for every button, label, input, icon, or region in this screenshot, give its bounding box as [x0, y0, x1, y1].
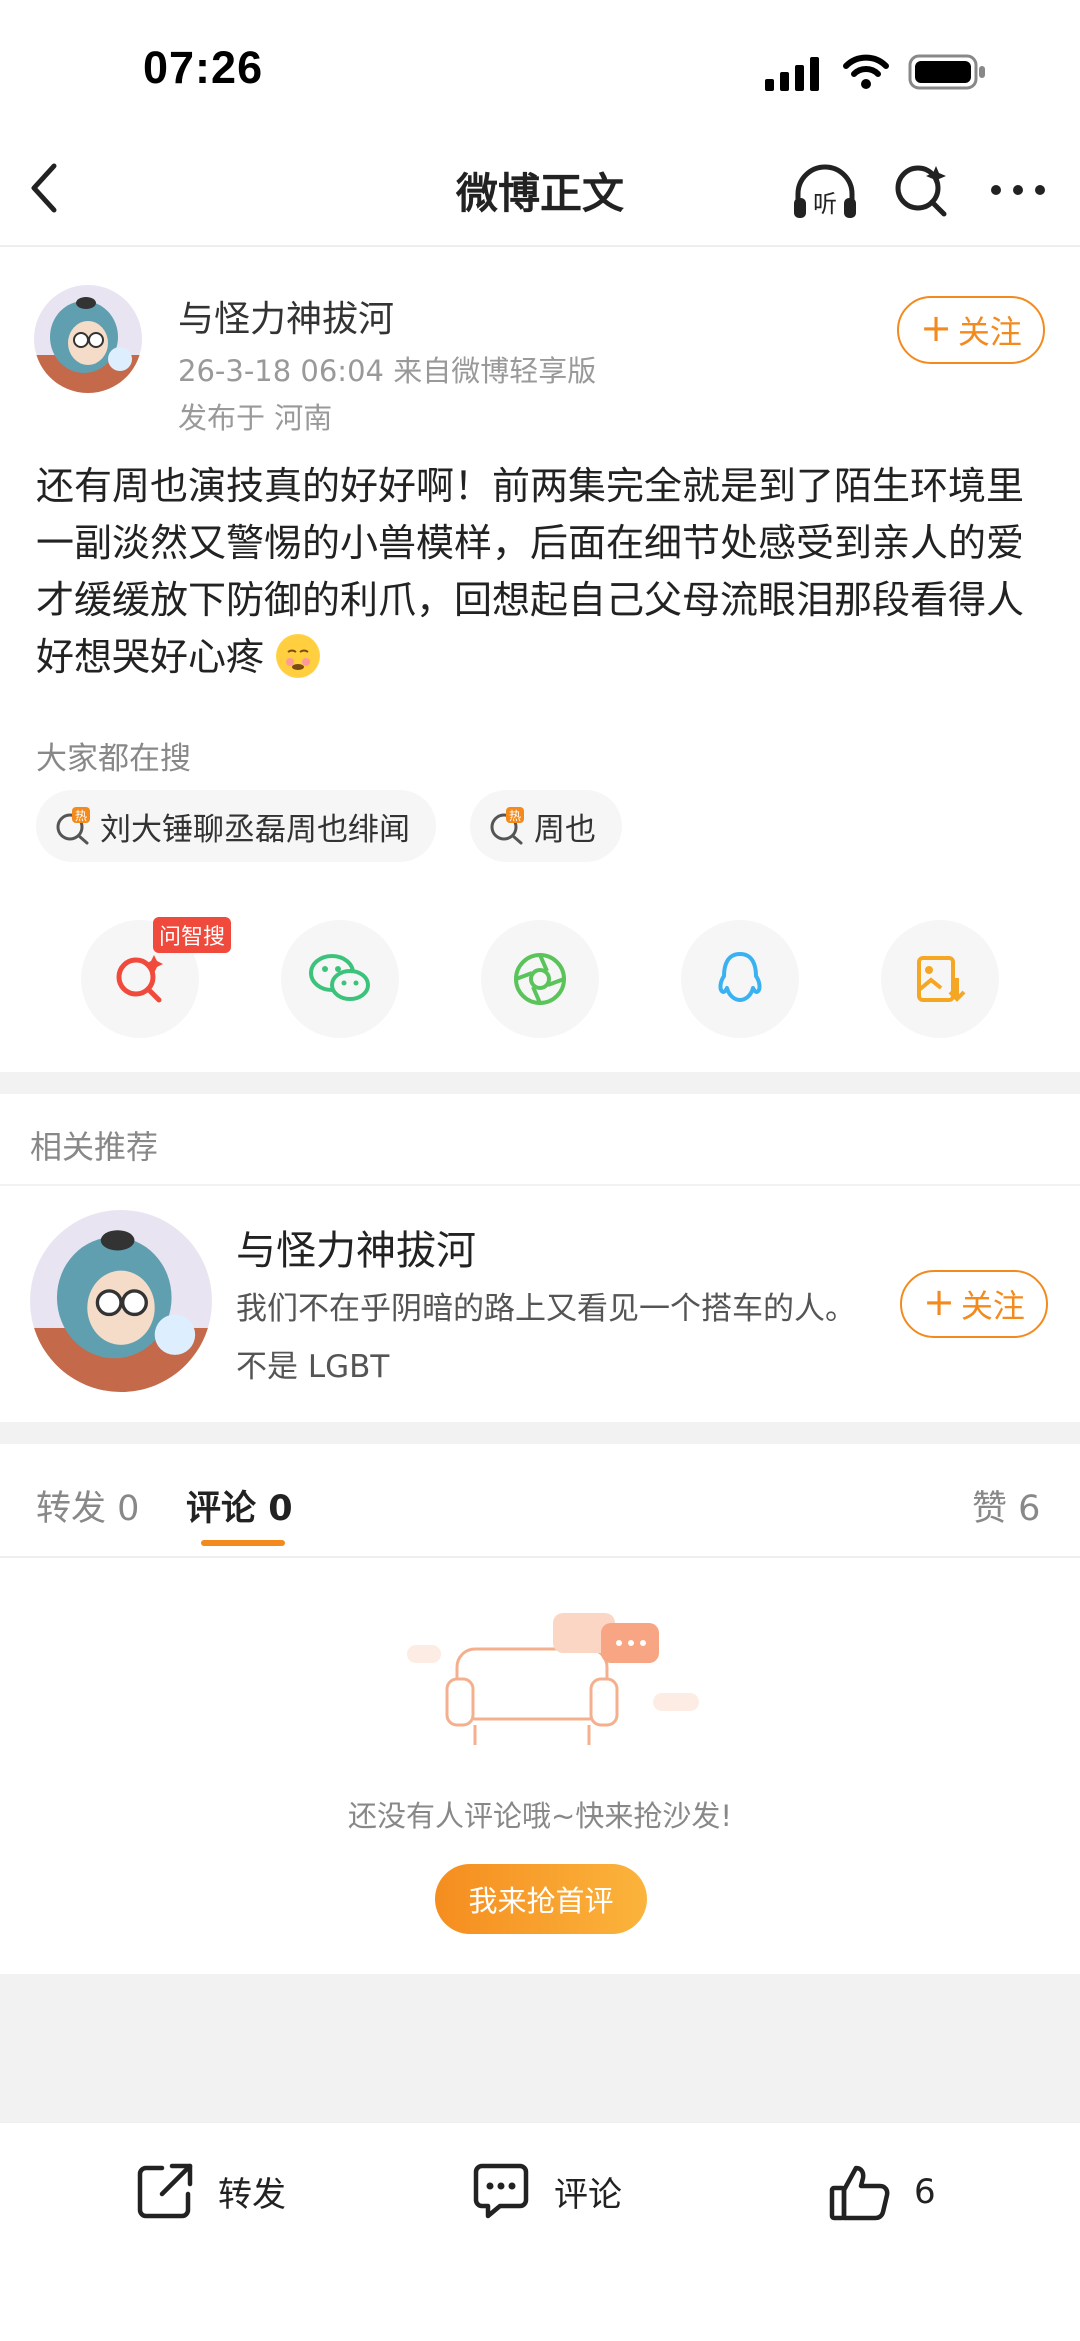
follow-label: 关注 — [957, 313, 1022, 351]
active-tab-indicator — [201, 1540, 285, 1546]
like-count: 6 — [914, 2172, 936, 2212]
repost-icon — [137, 2163, 193, 2219]
qq-icon — [718, 952, 762, 1002]
tab-like[interactable]: 赞 6 — [972, 1480, 1040, 1531]
wifi-icon — [842, 52, 890, 94]
share-moments-button[interactable] — [481, 920, 599, 1038]
follow-button[interactable]: + 关注 — [897, 296, 1045, 364]
repost-label: 转发 — [218, 2174, 286, 2215]
status-time: 07:26 — [143, 42, 264, 93]
comment-icon — [473, 2163, 529, 2219]
post-text: 还有周也演技真的好好啊！前两集完全就是到了陌生环境里一副淡然又警惕的小兽模样，后… — [36, 464, 1025, 679]
hot-search-chip[interactable]: 热 周也 — [470, 790, 622, 862]
plus-icon: + — [923, 1280, 955, 1324]
recommend-follow-button[interactable]: + 关注 — [900, 1270, 1048, 1338]
nav-divider — [0, 245, 1080, 247]
tab-repost[interactable]: 转发 0 — [36, 1480, 139, 1531]
chip-label: 周也 — [534, 811, 596, 848]
thumbs-up-icon — [829, 2165, 890, 2221]
hot-search-icon: 热 — [56, 807, 90, 845]
hot-search-icon: 热 — [490, 807, 524, 845]
listen-icon[interactable]: 听 — [790, 162, 860, 226]
tab-label: 评论 — [186, 1489, 257, 1529]
repost-action[interactable]: 转发 — [134, 2160, 286, 2222]
hot-search-chip[interactable]: 热 刘大锤聊丞磊周也绯闻 — [36, 790, 436, 862]
svg-text:热: 热 — [75, 809, 87, 823]
tab-label: 赞 — [972, 1489, 1008, 1529]
moments-icon — [514, 953, 566, 1005]
comment-label: 评论 — [554, 2174, 622, 2215]
recommend-desc: 我们不在乎阴暗的路上又看见一个搭车的人。不是 LGBT — [236, 1291, 856, 1385]
follow-label: 关注 — [960, 1287, 1025, 1325]
recommend-name[interactable]: 与怪力神拔河 — [236, 1218, 476, 1276]
tab-comment[interactable]: 评论 0 — [186, 1480, 293, 1531]
author-name[interactable]: 与怪力神拔河 — [178, 290, 394, 342]
post-body: 还有周也演技真的好好啊！前两集完全就是到了陌生环境里一副淡然又警惕的小兽模样，后… — [36, 458, 1046, 686]
battery-icon — [908, 54, 988, 94]
svg-text:热: 热 — [509, 809, 521, 823]
hot-search-label: 大家都在搜 — [36, 741, 191, 777]
recommend-avatar[interactable] — [30, 1210, 212, 1396]
ai-search-icon[interactable] — [892, 160, 952, 224]
empty-sofa-illustration — [405, 1605, 705, 1759]
tab-count: 6 — [1018, 1489, 1041, 1529]
tab-count: 0 — [117, 1489, 140, 1529]
moved-emoji-icon — [276, 634, 321, 678]
first-comment-button[interactable]: 我来抢首评 — [435, 1864, 647, 1934]
comment-action[interactable]: 评论 — [470, 2160, 622, 2222]
bottom-action-bar — [0, 2122, 1080, 2341]
signal-icon — [765, 57, 821, 95]
tab-count: 0 — [268, 1489, 293, 1529]
section-gap — [0, 1072, 1080, 1094]
post-location: 发布于 河南 — [178, 401, 333, 435]
related-divider — [0, 1184, 1080, 1186]
avatar[interactable] — [34, 285, 142, 397]
related-label: 相关推荐 — [30, 1128, 159, 1166]
save-image-button[interactable] — [881, 920, 999, 1038]
empty-comments-text: 还没有人评论哦~快来抢沙发! — [348, 1799, 732, 1833]
share-wechat-button[interactable] — [281, 920, 399, 1038]
tabs-divider — [0, 1556, 1080, 1558]
section-gap — [0, 1422, 1080, 1444]
svg-text:听: 听 — [813, 190, 837, 218]
ai-search-badge: 问智搜 — [153, 917, 232, 953]
share-qq-button[interactable] — [681, 920, 799, 1038]
plus-icon: + — [920, 306, 952, 350]
post-meta: 26-3-18 06:04 来自微博轻享版 — [178, 354, 597, 388]
bottom-gap — [0, 1974, 1080, 2122]
like-action[interactable]: 6 — [828, 2160, 936, 2224]
tab-label: 转发 — [36, 1489, 107, 1529]
ai-search-icon — [116, 955, 163, 1003]
save-image-icon — [917, 956, 966, 1002]
wechat-icon — [309, 954, 370, 1001]
more-icon[interactable] — [988, 180, 1048, 204]
chip-label: 刘大锤聊丞磊周也绯闻 — [100, 811, 410, 848]
